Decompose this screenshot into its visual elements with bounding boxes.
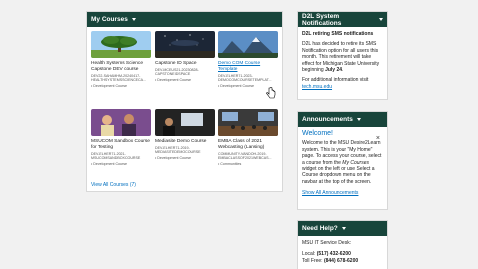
service-desk-label: MSU IT Service Desk: [302, 240, 352, 246]
course-role: • Development Course [91, 161, 128, 166]
course-code: DEV-ELHER71-2023-DEMOCOMCOURSETEMPLAT... [218, 74, 272, 83]
course-code: COMMUNITY-VANDOH-2019-EMBACLASSOF2021WEB… [218, 152, 272, 161]
course-image-mountains[interactable] [218, 31, 278, 58]
notifications-header[interactable]: D2L System Notifications [298, 12, 387, 27]
course-title[interactable]: MSUCOM Sandbox Course for Testing [91, 139, 151, 151]
announcement-body: Welcome! Welcome to the MSU Desire2Learn… [298, 127, 387, 201]
announcement-title[interactable]: Welcome! [302, 130, 383, 137]
course-image-lecture[interactable] [155, 109, 215, 136]
announcements-title: Announcements [302, 116, 353, 123]
my-courses-title: My Courses [91, 16, 128, 23]
tollfree-phone-label: Toll Free: [302, 257, 323, 264]
help-header[interactable]: Need Help? [298, 221, 387, 236]
view-all-courses-link[interactable]: View All Courses (7) [91, 182, 136, 188]
course-image-tree[interactable] [91, 31, 151, 58]
course-title[interactable]: Health Systems Science Capstone DEV cour… [91, 61, 151, 73]
course-title-link[interactable]: Demo COM Course Template [218, 61, 278, 73]
my-courses-header[interactable]: My Courses [87, 12, 282, 27]
course-role-label: Development Course [93, 83, 128, 88]
local-phone-label: Local: [302, 251, 316, 258]
course-role-label: Development Course [157, 155, 192, 160]
notification-heading: D2L retiring SMS notifications [302, 31, 374, 37]
course-tile[interactable]: Health Systems Science Capstone DEV cour… [91, 31, 151, 88]
show-all-announcements-link[interactable]: Show All Announcements [302, 190, 358, 196]
tollfree-phone-number: (844) 678-6200 [323, 257, 359, 264]
course-title[interactable]: Capstone ID Space [155, 61, 215, 67]
course-tile[interactable]: Demo COM Course Template DEV-ELHER71-202… [218, 31, 278, 88]
notifications-title: D2L System Notifications [302, 12, 342, 27]
announcements-widget: Announcements × Welcome! Welcome to the … [297, 111, 388, 210]
course-code: DEV-ELHER71-2021-MSUCOMSANDBOXCOURSE [91, 152, 141, 161]
announcement-text-2: widget on the left or use Select a Cours… [302, 166, 375, 185]
course-role: • Development Course [155, 155, 192, 160]
course-code: DEV-MCEUS21-20230828-CAPSTONEIDSPACE [155, 68, 199, 77]
course-image-stars[interactable] [155, 31, 215, 58]
course-tile[interactable]: Capstone ID Space DEV-MCEUS21-20230828-C… [155, 31, 215, 82]
hand-cursor-icon [266, 87, 276, 99]
course-role-label: Development Course [220, 83, 255, 88]
course-role-label: Development Course [93, 161, 128, 166]
notification-body: D2L retiring SMS notifications D2L has d… [298, 27, 387, 94]
local-phone-number: (517) 432-6200 [316, 251, 351, 258]
my-courses-widget: My Courses Health Systems Science Capsto… [86, 11, 283, 192]
chevron-down-icon[interactable] [341, 227, 346, 230]
help-title: Need Help? [302, 225, 338, 232]
course-code: DEV22-SAHAMHM-20240417-HEALTHSYSTEMSSCIE… [91, 74, 147, 83]
announcement-text: Welcome to the MSU Desire2Learn system. … [302, 140, 383, 185]
notification-text: D2L has decided to retire its SMS Notifi… [302, 41, 383, 73]
close-icon[interactable]: × [376, 135, 380, 142]
announcement-text-em: My Courses [342, 159, 369, 166]
course-role-label: Communities [220, 161, 242, 166]
help-widget: Need Help? MSU IT Service Desk: Local: (… [297, 220, 388, 269]
chevron-down-icon[interactable] [131, 18, 136, 21]
course-tile[interactable]: EMBA Class of 2021 Webcasting (Lansing) … [218, 109, 278, 166]
help-body: MSU IT Service Desk: Local: (517) 432-62… [298, 236, 387, 268]
course-image-classroom[interactable] [218, 109, 278, 136]
tollfree-phone: Toll Free: (844) 678-6200 [302, 258, 383, 264]
chevron-down-icon[interactable] [379, 18, 383, 21]
course-role: • Development Course [155, 77, 192, 82]
course-title[interactable]: EMBA Class of 2021 Webcasting (Lansing) [218, 139, 278, 151]
course-role: • Communities [218, 161, 242, 166]
course-role: • Development Course [91, 83, 128, 88]
course-tile[interactable]: Mediasite Demo Course DEV-ELHER71-2019-M… [155, 109, 215, 160]
notifications-widget: D2L System Notifications D2L retiring SM… [297, 11, 388, 100]
course-title[interactable]: Mediasite Demo Course [155, 139, 215, 145]
course-image-students[interactable] [91, 109, 151, 136]
notification-date: July 24 [325, 67, 343, 74]
announcements-header[interactable]: Announcements [298, 112, 387, 127]
tech-msu-link[interactable]: tech.msu.edu [302, 84, 332, 90]
course-code: DEV-ELHER71-2019-MEDIASITEDEMOCOURSE [155, 146, 201, 155]
course-role-label: Development Course [157, 77, 192, 82]
chevron-down-icon[interactable] [356, 118, 361, 121]
course-tile[interactable]: MSUCOM Sandbox Course for Testing DEV-EL… [91, 109, 151, 166]
notification-text-end: . [342, 67, 344, 74]
